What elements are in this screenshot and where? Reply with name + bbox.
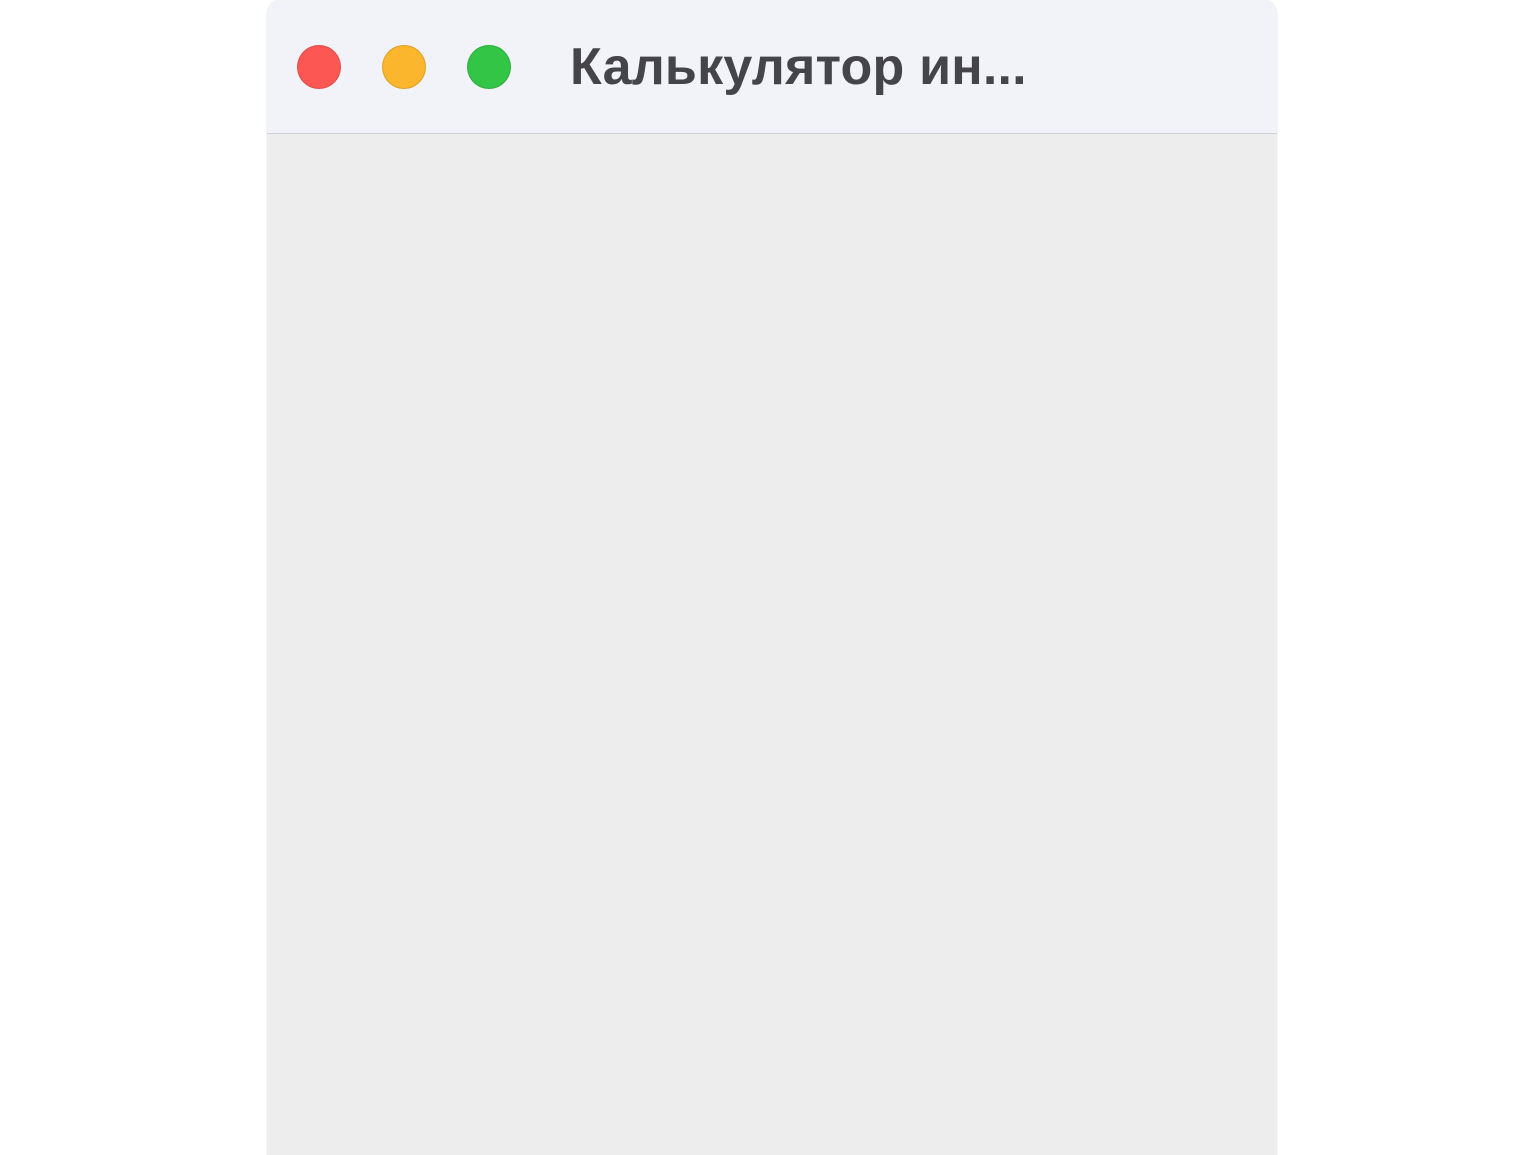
zoom-icon[interactable] — [467, 45, 511, 89]
app-window: Калькулятор ин... — [267, 0, 1277, 1155]
desktop-stage: Калькулятор ин... — [0, 0, 1540, 1155]
titlebar[interactable]: Калькулятор ин... — [267, 0, 1277, 134]
close-icon[interactable] — [297, 45, 341, 89]
window-content — [267, 134, 1277, 1155]
traffic-lights — [297, 45, 511, 89]
minimize-icon[interactable] — [382, 45, 426, 89]
window-title: Калькулятор ин... — [570, 37, 1257, 97]
